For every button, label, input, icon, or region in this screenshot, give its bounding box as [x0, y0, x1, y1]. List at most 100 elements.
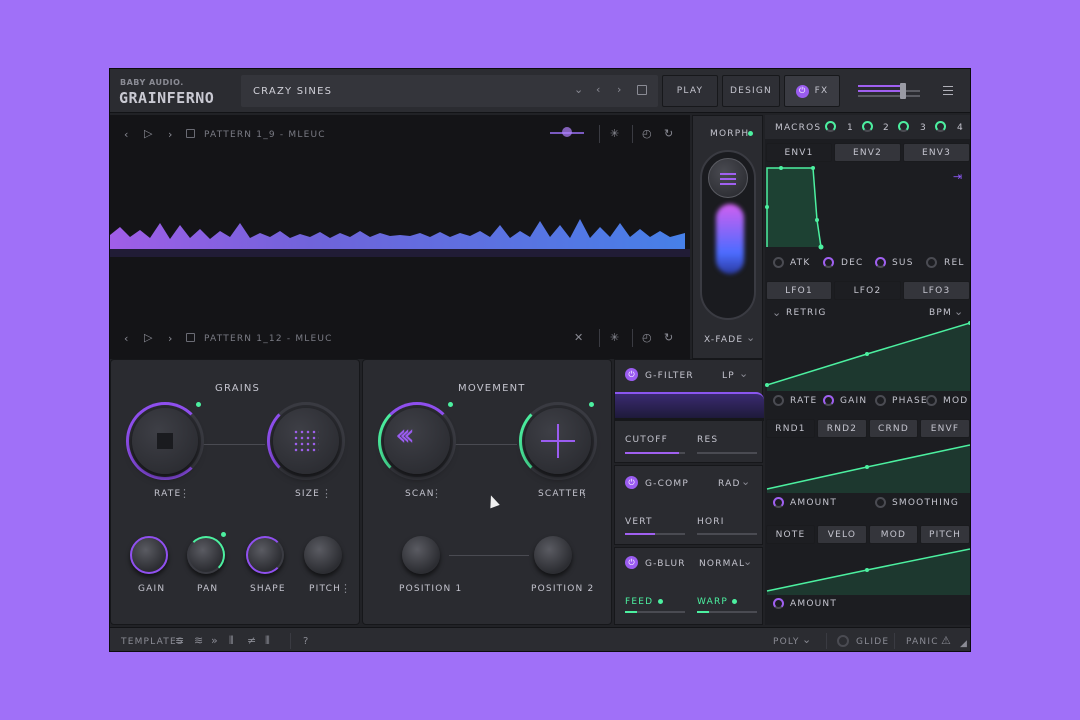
reverse-icon[interactable]: ↻: [664, 128, 673, 139]
tab-env1[interactable]: ENV1: [766, 143, 832, 162]
next-pattern-icon[interactable]: ›: [168, 129, 172, 140]
next-preset-icon[interactable]: ›: [617, 84, 621, 95]
crossfade-label[interactable]: X-FADE: [704, 335, 743, 345]
warning-icon[interactable]: ⚠: [941, 635, 951, 646]
chevron-down-icon[interactable]: ⌄: [574, 84, 583, 95]
template-3-icon[interactable]: »: [211, 635, 218, 646]
scan-knob[interactable]: ‹‹‹: [378, 402, 456, 480]
tab-rnd2[interactable]: RND2: [817, 419, 867, 438]
reverse-bottom-icon[interactable]: ↻: [664, 332, 673, 343]
position-1-knob[interactable]: [402, 536, 440, 574]
voice-mode-chevron-icon[interactable]: ⌄: [802, 634, 811, 645]
template-4-icon[interactable]: ⫴: [229, 635, 234, 646]
hori-slider[interactable]: [697, 533, 757, 535]
template-5-icon[interactable]: ≠: [247, 635, 256, 646]
save-icon[interactable]: [637, 85, 647, 95]
menu-icon[interactable]: [943, 86, 953, 95]
res-slider[interactable]: [697, 452, 757, 454]
resize-handle-icon[interactable]: ◢: [960, 640, 967, 649]
macro-1-knob[interactable]: [825, 121, 836, 132]
previous-preset-icon[interactable]: ‹: [596, 84, 600, 95]
lfo-phase-knob[interactable]: [875, 395, 886, 406]
lfo-graph[interactable]: [765, 321, 971, 391]
scan-menu-icon[interactable]: ⋮: [431, 488, 442, 499]
close-icon[interactable]: ✕: [574, 332, 583, 343]
morph-handle[interactable]: [708, 158, 748, 198]
note-graph[interactable]: [765, 545, 971, 595]
waveform-area[interactable]: ‹ ▷ › PATTERN 1_9 - MLEUC ✳ ◴ ↻ ‹ ▷ › PA…: [110, 115, 690, 359]
morph-slider[interactable]: [700, 150, 756, 320]
g-blur-mode[interactable]: NORMAL: [699, 559, 745, 569]
scatter-knob[interactable]: [519, 402, 597, 480]
fx-power-icon[interactable]: ⏻: [795, 84, 809, 98]
template-2-icon[interactable]: ≋: [194, 635, 203, 646]
tab-note[interactable]: NOTE: [766, 525, 815, 544]
g-filter-mode[interactable]: LP: [722, 371, 735, 381]
lock-bottom-icon[interactable]: [186, 333, 195, 342]
shape-knob[interactable]: [246, 536, 284, 574]
random-graph[interactable]: [765, 439, 971, 493]
slider-handle[interactable]: [900, 83, 906, 99]
g-comp-power-icon[interactable]: ⏻: [625, 476, 638, 489]
note-amount-knob[interactable]: [773, 598, 784, 609]
play-icon[interactable]: ▷: [144, 128, 152, 139]
envelope-graph[interactable]: [765, 164, 971, 254]
g-filter-mode-chevron-icon[interactable]: ⌄: [739, 368, 748, 379]
filter-curve[interactable]: [615, 392, 764, 418]
freeze-bottom-icon[interactable]: ✳: [610, 332, 619, 343]
lfo-mod-knob[interactable]: [926, 395, 937, 406]
lfo-gain-knob[interactable]: [823, 395, 834, 406]
freeze-icon[interactable]: ✳: [610, 128, 619, 139]
tab-env3[interactable]: ENV3: [903, 143, 970, 162]
g-filter-power-icon[interactable]: ⏻: [625, 368, 638, 381]
template-1-icon[interactable]: ≡: [175, 635, 184, 646]
prev-pattern-bottom-icon[interactable]: ‹: [124, 333, 128, 344]
lfo-rate-knob[interactable]: [773, 395, 784, 406]
atk-knob[interactable]: [773, 257, 784, 268]
crossfade-chevron-icon[interactable]: ⌄: [746, 332, 755, 343]
tab-fx[interactable]: ⏻ FX: [784, 75, 840, 107]
rnd-amount-knob[interactable]: [773, 497, 784, 508]
pitch-knob[interactable]: [304, 536, 342, 574]
lfo-sync-chevron-icon[interactable]: ⌄: [954, 306, 963, 317]
smoothing-knob[interactable]: [875, 497, 886, 508]
speed-bottom-icon[interactable]: ◴: [642, 332, 652, 343]
pitch-menu-icon[interactable]: ⋮: [340, 583, 351, 594]
g-blur-power-icon[interactable]: ⏻: [625, 556, 638, 569]
tab-pitch[interactable]: PITCH: [920, 525, 970, 544]
voice-mode[interactable]: POLY: [773, 637, 800, 647]
g-blur-mode-chevron-icon[interactable]: ⌄: [743, 556, 752, 567]
tab-crnd[interactable]: CRND: [869, 419, 918, 438]
tab-lfo2[interactable]: LFO2: [834, 281, 901, 300]
rel-knob[interactable]: [926, 257, 937, 268]
panic-button[interactable]: PANIC: [906, 637, 939, 647]
size-knob[interactable]: [267, 402, 345, 480]
tab-envf[interactable]: ENVF: [920, 419, 970, 438]
template-6-icon[interactable]: ⦀: [265, 635, 270, 646]
rate-menu-icon[interactable]: ⋮: [179, 488, 190, 499]
waveform-display[interactable]: [110, 205, 690, 275]
glide-knob[interactable]: [837, 635, 849, 647]
help-button[interactable]: ?: [303, 636, 310, 647]
tab-rnd1[interactable]: RND1: [766, 419, 815, 438]
gain-knob[interactable]: [130, 536, 168, 574]
g-comp-mode[interactable]: RAD: [718, 479, 741, 489]
tab-lfo3[interactable]: LFO3: [903, 281, 970, 300]
sus-knob[interactable]: [875, 257, 886, 268]
prev-pattern-icon[interactable]: ‹: [124, 129, 128, 140]
retrig-label[interactable]: RETRIG: [786, 308, 827, 318]
lock-icon[interactable]: [186, 129, 195, 138]
macro-4-knob[interactable]: [935, 121, 946, 132]
next-pattern-bottom-icon[interactable]: ›: [168, 333, 172, 344]
output-level-slider[interactable]: [858, 83, 922, 99]
tab-design[interactable]: DESIGN: [722, 75, 780, 107]
tab-play[interactable]: PLAY: [662, 75, 718, 107]
size-menu-icon[interactable]: ⋮: [321, 488, 332, 499]
speed-icon[interactable]: ◴: [642, 128, 652, 139]
retrig-chevron-icon[interactable]: ⌄: [772, 307, 781, 318]
pan-knob[interactable]: [187, 536, 225, 574]
tab-env2[interactable]: ENV2: [834, 143, 901, 162]
preset-selector[interactable]: CRAZY SINES ⌄ ‹ ›: [241, 75, 658, 107]
tab-velo[interactable]: VELO: [817, 525, 867, 544]
tab-lfo1[interactable]: LFO1: [766, 281, 832, 300]
